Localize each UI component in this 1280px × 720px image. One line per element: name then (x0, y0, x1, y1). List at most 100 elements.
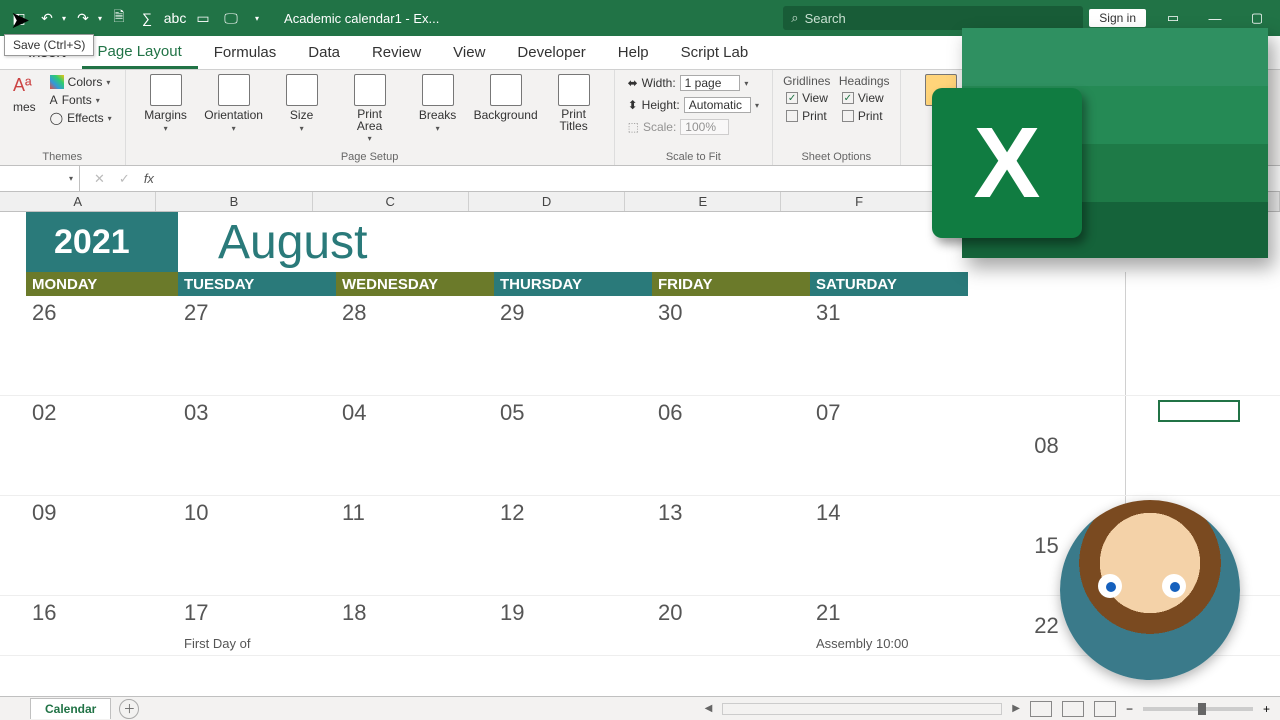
cal-cell[interactable]: 09 (26, 496, 178, 595)
size-button[interactable]: Size▾ (272, 74, 332, 133)
enter-formula-icon[interactable]: ✓ (119, 171, 130, 187)
search-input[interactable]: ⌕ Search (783, 6, 1083, 30)
cal-cell[interactable]: 20 (652, 596, 810, 655)
cal-cell[interactable]: 12 (494, 496, 652, 595)
form-icon[interactable]: ▭ (192, 7, 214, 29)
cell-note: Assembly 10:00 (816, 636, 909, 651)
qat-customize-dropdown[interactable]: ▾ (246, 7, 268, 29)
calendar-day-header: MONDAY TUESDAY WEDNESDAY THURSDAY FRIDAY… (0, 272, 1280, 296)
signin-button[interactable]: Sign in (1089, 9, 1146, 27)
minimize-button[interactable]: — (1200, 11, 1230, 26)
gridlines-view-checkbox[interactable]: ✓View (783, 90, 831, 106)
print-area-button[interactable]: Print Area▾ (340, 74, 400, 143)
cal-cell[interactable]: 05 (494, 396, 652, 495)
redo-dropdown[interactable]: ▾ (98, 14, 102, 23)
display-icon[interactable]: 🖵 (220, 7, 242, 29)
new-file-icon[interactable]: 🗎 (108, 7, 130, 29)
col-header-a[interactable]: A (0, 192, 156, 211)
cal-cell[interactable]: 29 (494, 296, 652, 395)
height-control[interactable]: ⬍ Height: Automatic▾ (625, 96, 762, 114)
cal-cell[interactable]: 27 (178, 296, 336, 395)
print-titles-button[interactable]: Print Titles (544, 74, 604, 132)
horizontal-scrollbar[interactable] (722, 703, 1002, 715)
tab-script-lab[interactable]: Script Lab (665, 36, 765, 69)
gridlines-print-checkbox[interactable]: Print (783, 108, 831, 124)
cal-cell[interactable]: 08 (968, 396, 1126, 495)
cal-cell[interactable]: 30 (652, 296, 810, 395)
col-header-d[interactable]: D (469, 192, 625, 211)
margins-button[interactable]: Margins▾ (136, 74, 196, 133)
cal-cell[interactable]: 21Assembly 10:00 (810, 596, 968, 655)
gridlines-label: Gridlines (783, 74, 831, 88)
tab-developer[interactable]: Developer (501, 36, 601, 69)
cal-cell[interactable]: 16 (26, 596, 178, 655)
cal-cell[interactable]: 31 (810, 296, 968, 395)
width-control[interactable]: ⬌ Width: 1 page▾ (625, 74, 762, 92)
avatar-overlay (1060, 500, 1240, 680)
cal-cell[interactable]: 02 (26, 396, 178, 495)
group-sheet-options: Gridlines ✓View Print Headings ✓View Pri… (773, 70, 901, 165)
fx-icon[interactable]: fx (144, 171, 154, 186)
tab-page-layout[interactable]: Page Layout (82, 36, 198, 69)
page-break-view-button[interactable] (1094, 701, 1116, 717)
undo-button[interactable]: ↶ (36, 7, 58, 29)
tab-review[interactable]: Review (356, 36, 437, 69)
breaks-button[interactable]: Breaks▾ (408, 74, 468, 133)
col-header-c[interactable]: C (313, 192, 469, 211)
spellcheck-icon[interactable]: abc (164, 7, 186, 29)
excel-logo-overlay: X (962, 28, 1268, 258)
active-cell[interactable] (1158, 400, 1240, 422)
day-tue: TUESDAY (178, 272, 336, 296)
cal-cell[interactable]: 18 (336, 596, 494, 655)
orientation-button[interactable]: Orientation▾ (204, 74, 264, 133)
normal-view-button[interactable] (1030, 701, 1052, 717)
search-placeholder: Search (805, 11, 846, 26)
cal-cell[interactable]: 03 (178, 396, 336, 495)
themes-label-partial[interactable]: mes (10, 99, 39, 115)
autosum-icon[interactable]: ∑ (136, 7, 158, 29)
background-button[interactable]: Background (476, 74, 536, 122)
tab-help[interactable]: Help (602, 36, 665, 69)
tab-view[interactable]: View (437, 36, 501, 69)
cal-cell[interactable]: 19 (494, 596, 652, 655)
fonts-dropdown[interactable]: AFonts ▾ (47, 92, 115, 108)
cal-cell[interactable]: 28 (336, 296, 494, 395)
autosave-toggle[interactable]: ◧ (8, 7, 30, 29)
zoom-out-button[interactable]: − (1126, 702, 1133, 716)
scale-control[interactable]: ⬚ Scale: 100% (625, 118, 762, 136)
sheet-tab-calendar[interactable]: Calendar (30, 698, 111, 719)
effects-dropdown[interactable]: ◯Effects ▾ (47, 110, 115, 126)
document-title: Academic calendar1 - Ex... (274, 11, 777, 26)
cal-cell[interactable]: 11 (336, 496, 494, 595)
colors-dropdown[interactable]: Colors ▾ (47, 74, 115, 90)
col-header-e[interactable]: E (625, 192, 781, 211)
page-layout-view-button[interactable] (1062, 701, 1084, 717)
cal-cell[interactable]: 13 (652, 496, 810, 595)
cal-cell[interactable]: 17First Day of (178, 596, 336, 655)
cal-cell[interactable]: 10 (178, 496, 336, 595)
cal-cell[interactable]: 06 (652, 396, 810, 495)
headings-view-checkbox[interactable]: ✓View (839, 90, 890, 106)
themes-button[interactable]: Aª (10, 74, 39, 97)
cancel-formula-icon[interactable]: ✕ (94, 171, 105, 187)
cal-cell[interactable]: 07 (810, 396, 968, 495)
ribbon-display-icon[interactable]: ▭ (1158, 10, 1188, 26)
tab-formulas[interactable]: Formulas (198, 36, 293, 69)
zoom-in-button[interactable]: + (1263, 702, 1270, 716)
tab-data[interactable]: Data (292, 36, 356, 69)
zoom-slider[interactable] (1143, 707, 1253, 711)
cal-cell[interactable]: 14 (810, 496, 968, 595)
name-box[interactable]: ▾ (0, 166, 80, 191)
cal-cell[interactable]: 26 (26, 296, 178, 395)
add-sheet-button[interactable]: ＋ (119, 699, 139, 719)
undo-dropdown[interactable]: ▾ (62, 14, 66, 23)
redo-button[interactable]: ↷ (72, 7, 94, 29)
col-header-b[interactable]: B (156, 192, 312, 211)
headings-print-checkbox[interactable]: Print (839, 108, 890, 124)
headings-label: Headings (839, 74, 890, 88)
maximize-button[interactable]: ▢ (1242, 10, 1272, 26)
cal-cell[interactable]: 04 (336, 396, 494, 495)
col-header-f[interactable]: F (781, 192, 937, 211)
cal-cell[interactable] (968, 296, 1126, 395)
calendar-year[interactable]: 2021 (26, 212, 178, 272)
